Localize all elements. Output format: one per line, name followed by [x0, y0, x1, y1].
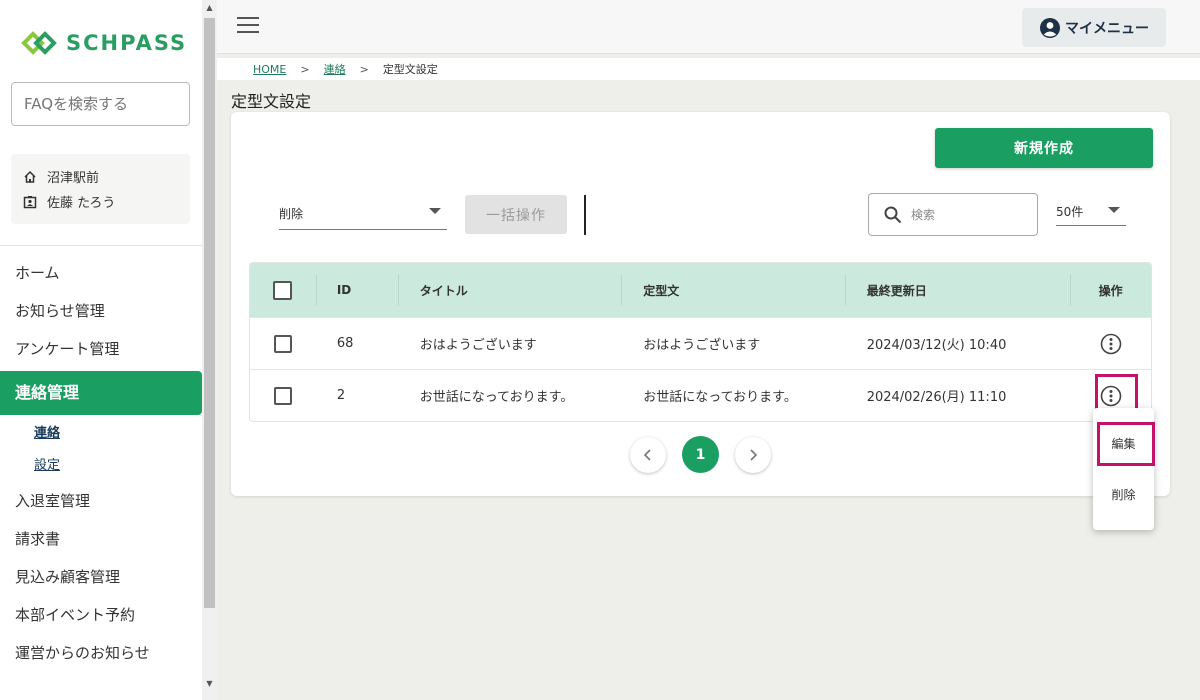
row-checkbox[interactable]: [273, 334, 292, 353]
breadcrumb-current: 定型文設定: [382, 63, 438, 76]
search-icon: [884, 206, 902, 223]
sidebar-item-hq-events[interactable]: 本部イベント予約: [0, 596, 202, 634]
cell-body: お世話になっております。: [643, 390, 797, 405]
sidebar-divider: [0, 245, 202, 246]
cell-ops: [1070, 318, 1151, 369]
sidebar-item-notices[interactable]: お知らせ管理: [0, 292, 202, 330]
menu-item-delete[interactable]: 削除: [1093, 474, 1154, 514]
sidebar-item-surveys[interactable]: アンケート管理: [0, 330, 202, 368]
sidebar-item-invoices[interactable]: 請求書: [0, 520, 202, 558]
page-button-current[interactable]: 1: [682, 436, 719, 473]
select-all-checkbox[interactable]: [273, 280, 293, 300]
breadcrumb-contact[interactable]: 連絡: [324, 61, 346, 77]
sidebar-item-attendance[interactable]: 入退室管理: [0, 482, 202, 520]
more-options-icon[interactable]: [1100, 333, 1122, 355]
sidebar-item-prospects[interactable]: 見込み顧客管理: [0, 558, 202, 596]
table-header: ID タイトル 定型文 最終更新日 操作: [250, 263, 1151, 317]
user-info-box: 沼津駅前 佐藤 たろう: [11, 154, 190, 224]
row-checkbox-cell: [250, 318, 316, 369]
new-template-button[interactable]: 新規作成: [935, 128, 1153, 168]
sidebar-item-home[interactable]: ホーム: [0, 254, 202, 292]
highlight-frame: [1097, 422, 1155, 466]
cell-updated: 2024/03/12(火) 10:40: [866, 338, 1007, 353]
row-checkbox-cell: [250, 370, 316, 421]
sidebar-subitem-contact[interactable]: 連絡: [0, 418, 202, 450]
breadcrumb-separator: >: [300, 62, 310, 76]
cell-updated: 2024/02/26(月) 11:10: [866, 390, 1007, 405]
template-list-card: 新規作成 削除 一括操作 検索 50件 ID タイトル 定型文 最終更新日 操作…: [231, 112, 1170, 496]
cell-title: おはようございます: [419, 338, 537, 353]
sidebar-scrollbar[interactable]: ▲ ▼: [202, 0, 217, 700]
search-input[interactable]: 検索: [868, 193, 1038, 236]
previous-page-button[interactable]: [630, 436, 666, 473]
brand-logo[interactable]: SCHPASS: [18, 28, 187, 58]
page-title: 定型文設定: [231, 92, 312, 111]
bulk-action-button[interactable]: 一括操作: [465, 195, 567, 234]
dropdown-caret-icon: [429, 208, 441, 214]
pagination: 1: [630, 436, 771, 473]
search-placeholder: 検索: [911, 208, 936, 222]
dropdown-caret-icon: [1108, 207, 1120, 213]
header-ops: 操作: [1070, 263, 1151, 317]
scroll-down-arrow-icon[interactable]: ▼: [202, 676, 217, 692]
header-id[interactable]: ID: [315, 263, 398, 317]
table-row: 2 お世話になっております。 お世話になっております。 2024/02/26(月…: [250, 369, 1151, 421]
home-icon: [24, 170, 36, 183]
cell-id: 68: [336, 336, 354, 351]
header-updated[interactable]: 最終更新日: [844, 263, 1071, 317]
sidebar-item-operator-news[interactable]: 運営からのお知らせ: [0, 634, 202, 672]
sidebar: SCHPASS 沼津駅前 佐藤 たろう ホーム お知らせ管理 アンケート管理 連…: [0, 0, 202, 700]
user-line: 佐藤 たろう: [23, 189, 178, 214]
bulk-action-value: 削除: [279, 207, 304, 221]
hamburger-menu-icon[interactable]: [237, 17, 259, 35]
table-row: 68 おはようございます おはようございます 2024/03/12(火) 10:…: [250, 317, 1151, 369]
school-name: 沼津駅前: [47, 171, 100, 186]
faq-search-input[interactable]: [11, 82, 190, 126]
sidebar-nav: ホーム お知らせ管理 アンケート管理 連絡管理 連絡 設定 入退室管理 請求書 …: [0, 254, 202, 672]
scroll-up-arrow-icon[interactable]: ▲: [202, 0, 217, 16]
text-cursor-bar: [584, 195, 586, 235]
per-page-value: 50件: [1056, 205, 1084, 219]
chevron-right-icon: [750, 448, 758, 461]
user-name: 佐藤 たろう: [47, 196, 116, 211]
next-page-button[interactable]: [735, 436, 771, 473]
brand-name: SCHPASS: [66, 31, 188, 55]
breadcrumb: HOME > 連絡 > 定型文設定: [217, 58, 1200, 80]
cell-body: おはようございます: [643, 338, 761, 353]
header-body[interactable]: 定型文: [621, 263, 845, 317]
id-badge-icon: [23, 195, 37, 208]
scrollbar-thumb[interactable]: [204, 18, 215, 608]
school-line: 沼津駅前: [23, 164, 178, 189]
bulk-action-select[interactable]: 削除: [279, 198, 447, 230]
header-title[interactable]: タイトル: [397, 263, 622, 317]
sidebar-subitem-settings[interactable]: 設定: [0, 450, 202, 482]
my-menu-button[interactable]: マイメニュー: [1022, 8, 1166, 47]
breadcrumb-separator: >: [359, 62, 369, 76]
sidebar-item-contact[interactable]: 連絡管理: [0, 371, 202, 415]
top-bar: マイメニュー: [217, 0, 1200, 54]
logo-mark-icon: [21, 31, 57, 55]
per-page-select[interactable]: 50件: [1056, 198, 1126, 226]
account-circle-icon: [1040, 17, 1060, 38]
chevron-left-icon: [643, 448, 651, 461]
row-checkbox[interactable]: [273, 386, 292, 405]
template-table: ID タイトル 定型文 最終更新日 操作 68 おはようございます おはようござ…: [249, 262, 1152, 422]
breadcrumb-home[interactable]: HOME: [253, 63, 286, 76]
my-menu-label: マイメニュー: [1065, 20, 1149, 37]
header-checkbox-cell: [250, 263, 316, 317]
cell-title: お世話になっております。: [419, 390, 574, 405]
cell-id: 2: [336, 388, 346, 403]
